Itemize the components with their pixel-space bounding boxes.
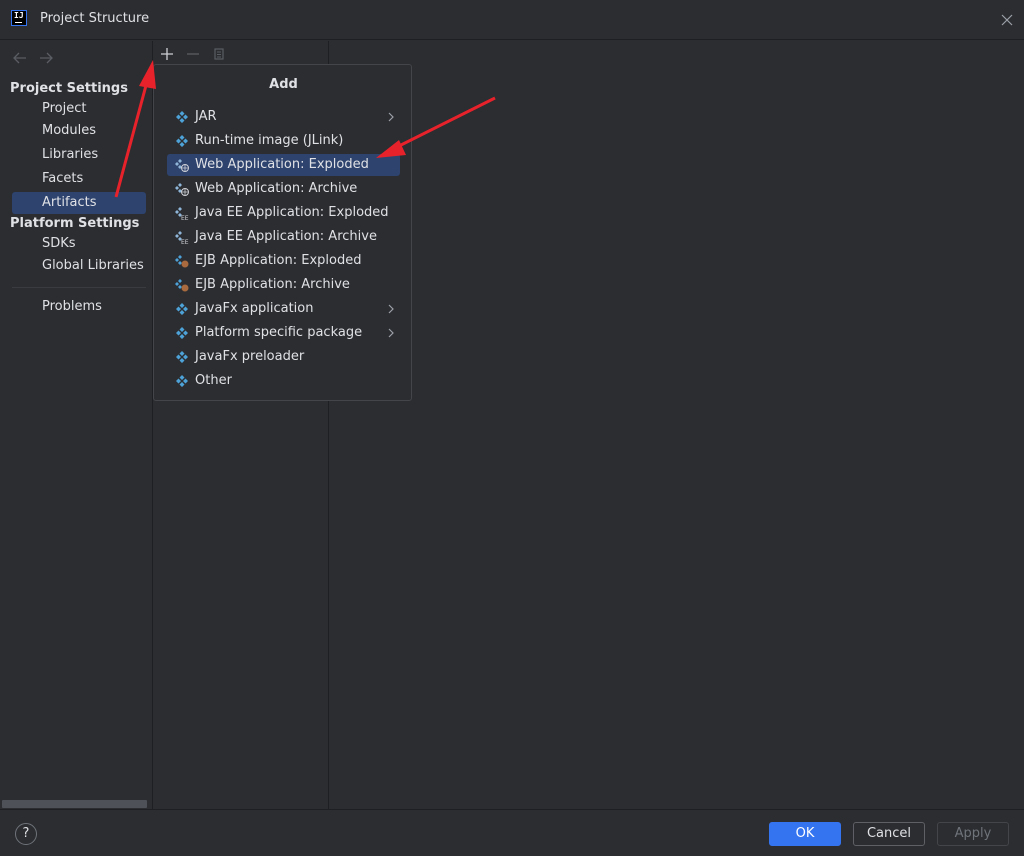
popup-title: Add: [269, 77, 298, 92]
artifact-icon: [176, 351, 188, 363]
chevron-right-icon: [388, 112, 394, 122]
menu-item[interactable]: Other: [167, 370, 400, 392]
sidebar-divider: [12, 287, 146, 288]
menu-item-label: JavaFx preloader: [195, 349, 305, 364]
forward-arrow-icon[interactable]: [38, 51, 54, 65]
web-artifact-icon: [175, 159, 189, 172]
window-title: Project Structure: [40, 11, 150, 26]
sidebar-item-facets[interactable]: Facets: [12, 168, 146, 190]
dialog-footer: ? OK Cancel Apply: [0, 809, 1024, 856]
sidebar-item-sdks[interactable]: SDKs: [12, 233, 146, 255]
sidebar-item-modules[interactable]: Modules: [12, 120, 146, 142]
web-artifact-icon: [175, 183, 189, 196]
project-settings-heading: Project Settings: [10, 81, 128, 96]
menu-item[interactable]: Run-time image (JLink): [167, 130, 400, 152]
menu-item-label: Run-time image (JLink): [195, 133, 344, 148]
menu-item[interactable]: EJB Application: Exploded: [167, 250, 400, 272]
intellij-logo-icon: IJ: [11, 10, 27, 26]
menu-item[interactable]: JavaFx application: [167, 298, 400, 320]
artifact-icon: [176, 327, 188, 339]
menu-item[interactable]: Web Application: Archive: [167, 178, 400, 200]
menu-item-label: Web Application: Exploded: [195, 157, 369, 172]
menu-item-label: JAR: [195, 109, 217, 124]
menu-item[interactable]: Web Application: Exploded: [167, 154, 400, 176]
menu-item-label: Platform specific package: [195, 325, 363, 340]
menu-item[interactable]: EE Java EE Application: Exploded: [167, 202, 400, 224]
back-arrow-icon[interactable]: [12, 51, 28, 65]
ejb-artifact-icon: [175, 279, 189, 292]
close-icon[interactable]: [1000, 13, 1014, 27]
javaee-artifact-icon: EE: [175, 207, 189, 220]
menu-item-label: Java EE Application: Exploded: [195, 205, 389, 220]
horizontal-scrollbar[interactable]: [2, 800, 147, 808]
menu-item-label: Other: [195, 373, 232, 388]
apply-button: Apply: [937, 822, 1009, 846]
artifact-icon: [176, 375, 188, 387]
menu-item[interactable]: JavaFx preloader: [167, 346, 400, 368]
svg-text:EE: EE: [181, 215, 189, 220]
menu-item[interactable]: Platform specific package: [167, 322, 400, 344]
artifact-icon: [176, 135, 188, 147]
sidebar-item-libraries[interactable]: Libraries: [12, 144, 146, 166]
nav-arrows: [12, 51, 60, 69]
ok-button[interactable]: OK: [769, 822, 841, 846]
logo-text: IJ: [14, 11, 24, 20]
cancel-button[interactable]: Cancel: [853, 822, 925, 846]
sidebar-item-project[interactable]: Project: [12, 98, 146, 120]
artifact-icon: [176, 111, 188, 123]
sidebar-item-problems[interactable]: Problems: [12, 296, 146, 318]
menu-item-label: EJB Application: Exploded: [195, 253, 362, 268]
menu-item-label: JavaFx application: [195, 301, 314, 316]
menu-item[interactable]: JAR: [167, 106, 400, 128]
menu-item[interactable]: EJB Application: Archive: [167, 274, 400, 296]
platform-settings-heading: Platform Settings: [10, 216, 140, 231]
menu-item-label: EJB Application: Archive: [195, 277, 350, 292]
javaee-artifact-icon: EE: [175, 231, 189, 244]
add-artifact-popup: Add JAR Run-time image (JLink) Web Applica…: [153, 64, 412, 401]
menu-item[interactable]: EE Java EE Application: Archive: [167, 226, 400, 248]
chevron-right-icon: [388, 304, 394, 314]
artifact-icon: [176, 303, 188, 315]
sidebar-item-artifacts[interactable]: Artifacts: [12, 192, 146, 214]
menu-item-label: Java EE Application: Archive: [195, 229, 377, 244]
sidebar-item-global-libraries[interactable]: Global Libraries: [12, 255, 146, 277]
title-bar: IJ Project Structure: [0, 0, 1024, 40]
ejb-artifact-icon: [175, 255, 189, 268]
menu-item-label: Web Application: Archive: [195, 181, 358, 196]
minus-icon[interactable]: [184, 45, 202, 63]
copy-icon[interactable]: [210, 45, 228, 63]
plus-icon[interactable]: [158, 45, 176, 63]
chevron-right-icon: [388, 328, 394, 338]
svg-text:EE: EE: [181, 239, 189, 244]
help-button[interactable]: ?: [15, 823, 37, 845]
settings-sidebar: Project Settings Project Modules Librari…: [0, 41, 153, 809]
